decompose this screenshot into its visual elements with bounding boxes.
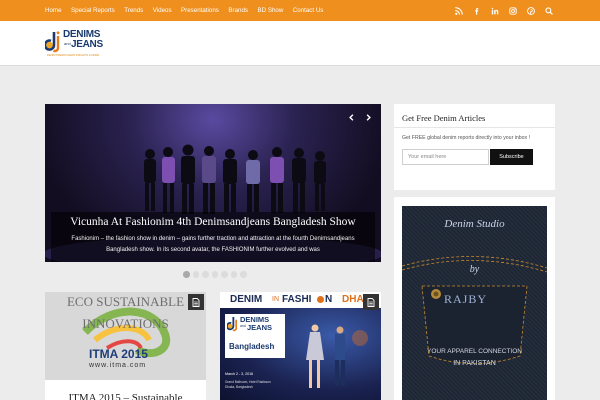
denim-studio-ad[interactable]: Denim Studio by RAJBY YOUR APPAREL CONNE… <box>402 206 547 400</box>
document-icon <box>367 297 375 307</box>
ad-line1: Denim Studio <box>444 218 505 230</box>
rss-icon[interactable] <box>454 6 463 15</box>
banner-fashi: FASHI <box>282 294 312 305</box>
nav-link-home[interactable]: Home <box>45 7 62 14</box>
slider-next-button[interactable] <box>362 111 374 123</box>
banner-denim: DENIM <box>230 294 263 305</box>
logo-text-and: and <box>64 41 71 46</box>
logo-tagline: DENIM TRENDS NEWS INSIGHTS & MORE <box>47 54 100 57</box>
slide-excerpt: Fashionim – the fashion show in denim – … <box>71 236 355 253</box>
slider-dot[interactable] <box>192 271 199 278</box>
slider-dot[interactable] <box>230 271 237 278</box>
slider-dot[interactable] <box>183 271 190 278</box>
article-type-badge <box>363 294 379 310</box>
poster-logo-and: and <box>240 324 246 328</box>
slider-dot[interactable] <box>202 271 209 278</box>
slider-dot[interactable] <box>240 271 247 278</box>
linkedin-icon[interactable] <box>490 6 499 15</box>
banner-o-mark <box>317 296 324 303</box>
itma-line3: ITMA 2015 <box>89 347 148 361</box>
slide-caption: Vicunha At Fashionim 4th Denimsandjeans … <box>51 212 375 262</box>
banner-in: IN <box>272 296 279 303</box>
facebook-icon[interactable] <box>472 6 481 15</box>
widget-divider <box>394 127 555 128</box>
instagram-icon[interactable] <box>508 6 517 15</box>
slider-pagination <box>183 271 247 278</box>
poster-city: Dhaka, Bangladesh <box>225 385 253 389</box>
social-icons <box>454 0 553 21</box>
poster-subtitle: Bangladesh <box>229 342 275 351</box>
nav-link-brands[interactable]: Brands <box>228 7 248 14</box>
newsletter-email-input[interactable] <box>402 149 489 165</box>
featured-slider[interactable]: Vicunha At Fashionim 4th Denimsandjeans … <box>45 104 381 262</box>
advertisement-widget: Denim Studio by RAJBY YOUR APPAREL CONNE… <box>394 197 555 400</box>
nav-link-presentations[interactable]: Presentations <box>181 7 219 14</box>
poster-date: March 2 - 3, 2016 <box>225 372 254 376</box>
nav-link-trends[interactable]: Trends <box>124 7 143 14</box>
main-menu: Home Special Reports Trends Videos Prese… <box>45 0 333 21</box>
banner-n: N <box>325 294 333 305</box>
slider-prev-button[interactable] <box>345 111 357 123</box>
nav-link-videos[interactable]: Videos <box>153 7 172 14</box>
nav-link-special-reports[interactable]: Special Reports <box>71 7 115 14</box>
ad-brand: RAJBY <box>444 292 488 306</box>
article-card-itma[interactable]: ECO SUSTAINABLE INNOVATIONS ITMA 2015 ww… <box>45 292 206 400</box>
itma-line2: INNOVATIONS <box>82 316 169 331</box>
slider-dot[interactable] <box>221 271 228 278</box>
article-title-itma[interactable]: ITMA 2015 – Sustainable <box>45 392 206 400</box>
slider-dot[interactable] <box>211 271 218 278</box>
article-card-denim-in-fashion-dhaka[interactable]: DENIM IN FASHI N DHAK DENIMS and JEANS B… <box>220 292 381 400</box>
article-type-badge <box>188 294 204 310</box>
article-image-dhaka: DENIM IN FASHI N DHAK DENIMS and JEANS B… <box>220 292 381 400</box>
slide-title[interactable]: Vicunha At Fashionim 4th Denimsandjeans … <box>51 216 375 228</box>
newsletter-title: Get Free Denim Articles <box>402 113 486 123</box>
ad-line2: by <box>469 264 480 275</box>
ad-footer-line2: IN PAKISTAN <box>453 360 496 367</box>
top-navigation-bar: Home Special Reports Trends Videos Prese… <box>0 0 600 21</box>
dj-logo-mark-icon <box>227 316 238 332</box>
chevron-right-icon <box>366 113 371 121</box>
nav-link-contact-us[interactable]: Contact Us <box>293 7 324 14</box>
chevron-left-icon <box>348 113 353 121</box>
site-header: DENIMS and JEANS DENIM TRENDS NEWS INSIG… <box>0 21 600 66</box>
dj-logo-mark-icon <box>45 31 60 53</box>
banner-strip: DENIM IN FASHI N DHAK <box>220 292 381 308</box>
poster-logo-jeans: JEANS <box>247 323 273 332</box>
poster-logo-box: DENIMS and JEANS Bangladesh <box>225 314 285 358</box>
search-icon[interactable] <box>544 6 553 15</box>
newsletter-description: Get FREE global denim reports directly i… <box>402 135 531 141</box>
itma-line4: www.itma.com <box>89 362 147 369</box>
article-image-itma: ECO SUSTAINABLE INNOVATIONS ITMA 2015 ww… <box>45 292 206 380</box>
document-icon <box>192 297 200 307</box>
poster-venue: Grand Ballroom, Hotel Radisson <box>225 380 271 384</box>
ad-footer-line1: YOUR APPAREL CONNECTION <box>427 348 522 355</box>
newsletter-widget: Get Free Denim Articles Get FREE global … <box>394 104 555 190</box>
nav-link-bd-show[interactable]: BD Show <box>258 7 284 14</box>
subscribe-button[interactable]: Subscribe <box>490 149 533 165</box>
site-logo[interactable]: DENIMS and JEANS DENIM TRENDS NEWS INSIG… <box>45 29 107 61</box>
itma-line1: ECO SUSTAINABLE <box>66 294 185 309</box>
pinterest-icon[interactable] <box>526 6 535 15</box>
logo-text-jeans: JEANS <box>71 39 103 50</box>
